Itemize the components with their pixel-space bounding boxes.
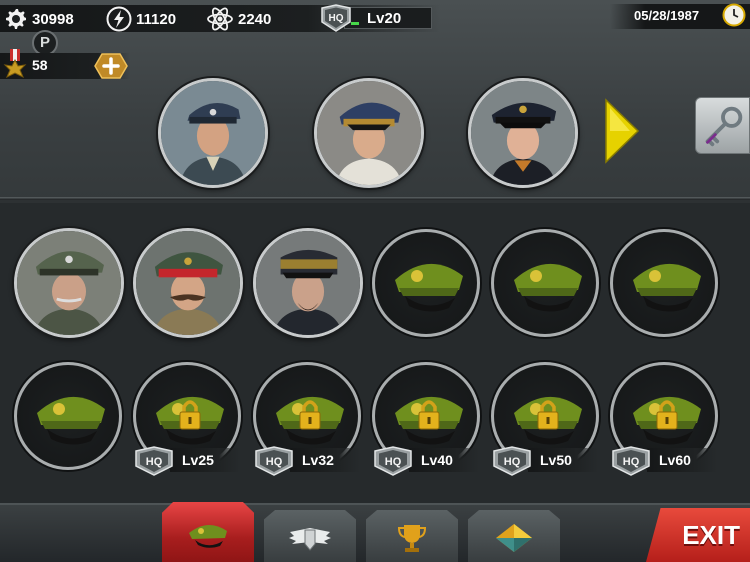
hq-icon-text: HQ <box>504 456 521 468</box>
general-portrait-5[interactable] <box>133 228 243 338</box>
winged-badge-icon <box>289 528 331 551</box>
general-slot-empty[interactable] <box>491 229 599 337</box>
unlock-level-text: Lv25 <box>170 448 240 472</box>
hq-icon-text: HQ <box>146 456 163 468</box>
locked-cap-icon <box>633 396 701 445</box>
locked-cap-icon <box>156 396 224 445</box>
general-portrait-1[interactable] <box>158 78 268 188</box>
trophy-icon <box>397 525 427 552</box>
officer-portrait-icon <box>136 231 240 335</box>
clock-icon[interactable] <box>722 3 746 27</box>
gold-value: 30998 <box>32 10 74 28</box>
locked-cap-icon <box>514 396 582 445</box>
unlock-requirement-badge: Lv32 HQ <box>252 446 360 476</box>
general-portrait-4[interactable] <box>14 228 124 338</box>
hq-icon: HQ <box>612 446 650 476</box>
unlock-level-text: Lv50 <box>528 448 598 472</box>
add-medals-button[interactable] <box>94 53 128 79</box>
hq-icon-text: HQ <box>385 456 402 468</box>
hq-icon: HQ <box>374 446 412 476</box>
lightning-icon <box>106 6 132 32</box>
key-icon <box>705 106 743 147</box>
hq-icon-text: HQ <box>329 13 344 24</box>
locked-cap-icon <box>395 396 463 445</box>
energy-resource: 11120 <box>106 4 176 34</box>
hq-level-badge[interactable]: Lv20 HQ <box>318 4 432 32</box>
exit-button[interactable]: EXIT <box>646 508 750 562</box>
gear-icon <box>6 9 26 29</box>
hq-level-box: Lv20 <box>344 7 432 29</box>
science-value: 2240 <box>238 10 272 28</box>
hq-icon: HQ <box>321 4 351 32</box>
unlock-requirement-badge: Lv25 HQ <box>132 446 240 476</box>
medal-icon <box>3 49 27 79</box>
energy-value: 11120 <box>136 10 177 28</box>
officer-portrait-icon <box>317 81 421 185</box>
unlock-level-text: Lv40 <box>409 448 479 472</box>
hq-level-text: Lv20 <box>367 10 402 27</box>
general-slot-empty[interactable] <box>372 229 480 337</box>
tab-ranks[interactable] <box>468 510 560 562</box>
science-resource: 2240 <box>206 4 271 34</box>
tab-generals[interactable] <box>162 502 254 562</box>
diamond-icon <box>496 524 532 552</box>
general-portrait-2[interactable] <box>314 78 424 188</box>
officer-cap-icon <box>37 396 105 445</box>
unlock-requirement-badge: Lv50 HQ <box>490 446 598 476</box>
unlock-level-text: Lv32 <box>290 448 360 472</box>
gold-resource: 30998 <box>4 4 74 34</box>
medal-value: 58 <box>32 57 48 73</box>
hq-icon-text: HQ <box>623 456 640 468</box>
tab-skills[interactable] <box>264 510 356 562</box>
officer-portrait-icon <box>161 81 265 185</box>
officer-cap-icon <box>633 263 701 312</box>
unlock-level-text: Lv60 <box>647 448 717 472</box>
general-slot-empty[interactable] <box>14 362 122 470</box>
general-portrait-6[interactable] <box>253 228 363 338</box>
officer-cap-icon <box>395 263 463 312</box>
locked-cap-icon <box>276 396 344 445</box>
officer-cap-icon <box>189 524 227 548</box>
key-button[interactable] <box>695 97 750 154</box>
general-portrait-3[interactable] <box>468 78 578 188</box>
date-text: 05/28/1987 <box>634 8 700 23</box>
unlock-requirement-badge: Lv60 HQ <box>609 446 717 476</box>
hq-icon: HQ <box>255 446 293 476</box>
tab-achievements[interactable] <box>366 510 458 562</box>
general-slot-empty[interactable] <box>610 229 718 337</box>
hq-icon-text: HQ <box>266 456 283 468</box>
unlock-requirement-badge: Lv40 HQ <box>371 446 479 476</box>
officer-portrait-icon <box>471 81 575 185</box>
officer-portrait-icon <box>17 231 121 335</box>
next-arrow-icon[interactable] <box>602 96 642 166</box>
officer-cap-icon <box>514 263 582 312</box>
hq-icon: HQ <box>493 446 531 476</box>
hq-icon: HQ <box>135 446 173 476</box>
officer-portrait-icon <box>256 231 360 335</box>
atom-icon <box>207 7 233 31</box>
